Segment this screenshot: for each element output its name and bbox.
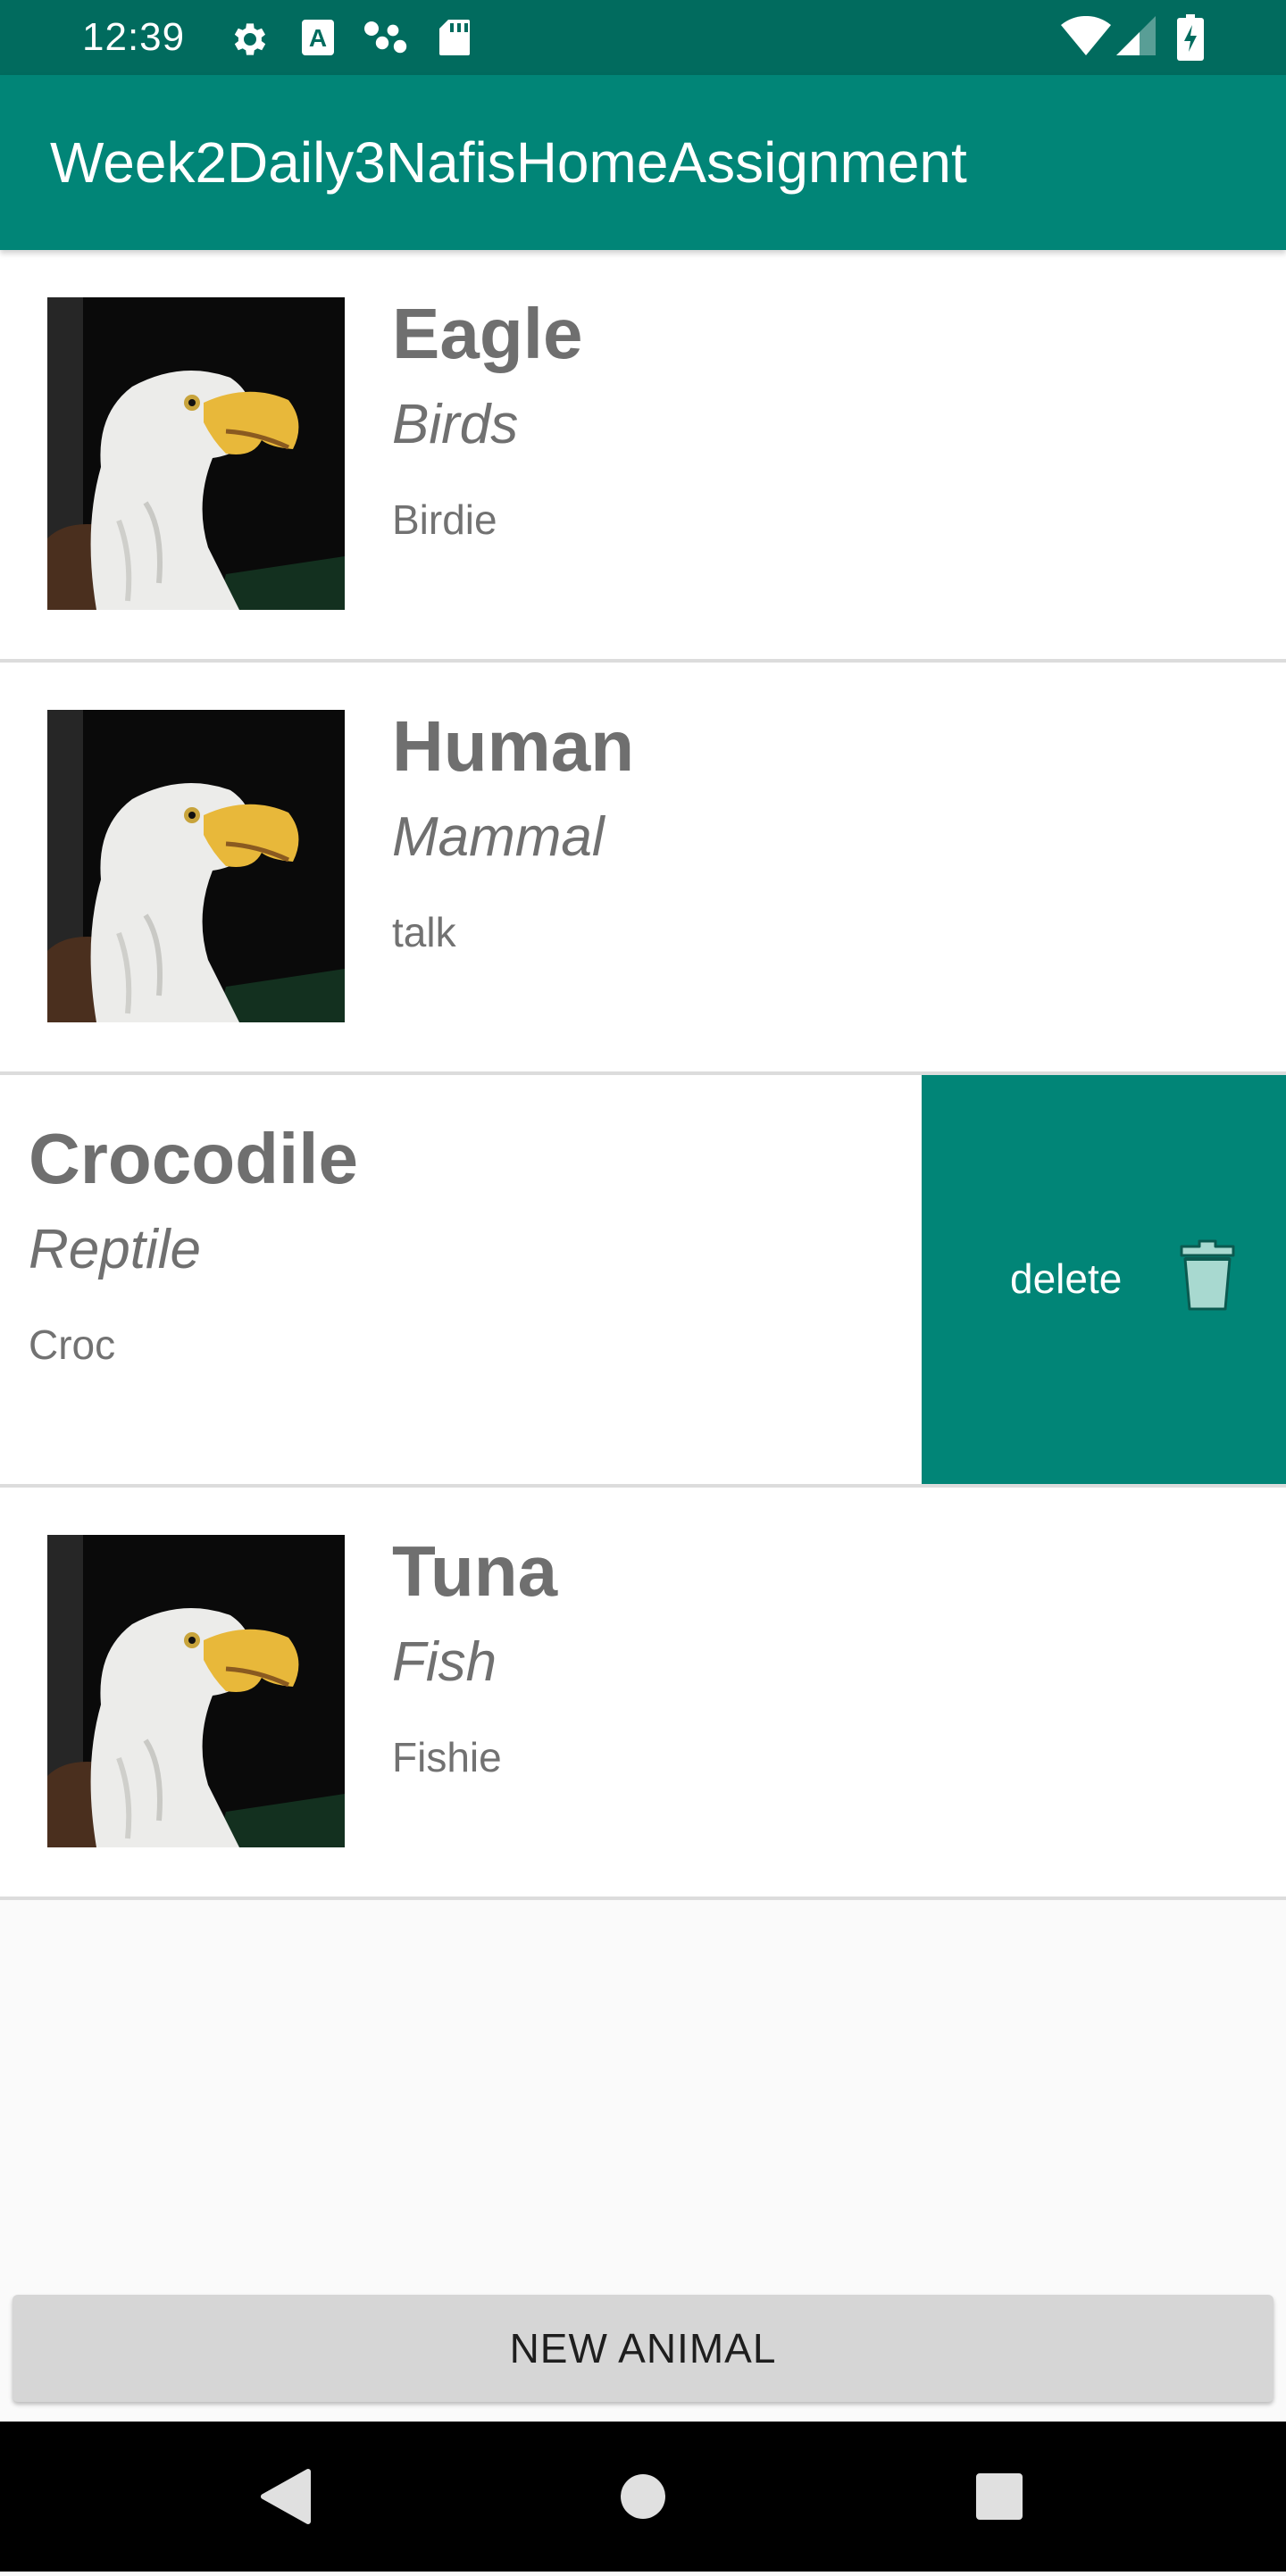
- cell-signal-icon: [1116, 16, 1156, 55]
- trash-icon[interactable]: [1180, 1239, 1235, 1313]
- gear-icon: [234, 23, 266, 55]
- app-bar: Week2Daily3NafisHomeAssignment: [0, 75, 1286, 250]
- animal-sound: Croc: [29, 1321, 116, 1368]
- battery-charging-icon: [1177, 14, 1204, 61]
- recents-button[interactable]: [929, 2422, 1072, 2572]
- delete-action[interactable]: delete: [922, 1075, 1286, 1484]
- list-item[interactable]: Human Mammal talk: [0, 663, 1286, 1075]
- animal-image: [47, 710, 345, 1022]
- recents-icon: [976, 2473, 1023, 2520]
- status-bar: 12:39 A: [0, 0, 1286, 75]
- animal-name: Tuna: [392, 1531, 558, 1611]
- animal-text: Crocodile Reptile Croc: [29, 1118, 358, 1370]
- list-item[interactable]: Eagle Birds Birdie: [0, 250, 1286, 663]
- navigation-bar: [0, 2422, 1286, 2572]
- animal-sound: Birdie: [392, 496, 497, 543]
- animal-name: Crocodile: [29, 1119, 358, 1198]
- eagle-photo: [47, 710, 345, 1022]
- sd-card-icon: [439, 20, 470, 55]
- app-title: Week2Daily3NafisHomeAssignment: [50, 130, 967, 195]
- animal-category: Fish: [392, 1631, 497, 1693]
- eagle-photo: [47, 1535, 345, 1847]
- back-button[interactable]: [214, 2422, 357, 2572]
- list-item[interactable]: Tuna Fish Fishie: [0, 1488, 1286, 1900]
- wifi-icon: [1061, 16, 1111, 55]
- new-animal-button[interactable]: NEW ANIMAL: [13, 2295, 1273, 2402]
- animal-text: Human Mammal talk: [392, 705, 634, 957]
- back-icon: [261, 2469, 311, 2524]
- list-item-swiped[interactable]: Crocodile Reptile Croc delete: [0, 1075, 1286, 1488]
- delete-label: delete: [1010, 1255, 1123, 1302]
- animal-category: Mammal: [392, 806, 605, 868]
- eagle-photo: [47, 297, 345, 610]
- animal-text: Eagle Birds Birdie: [392, 293, 582, 545]
- svg-text:A: A: [309, 24, 327, 52]
- home-icon: [621, 2474, 665, 2519]
- animal-list[interactable]: Eagle Birds Birdie Human Mammal talk Cro…: [0, 250, 1286, 1900]
- animal-category: Birds: [392, 394, 519, 455]
- animal-sound: Fishie: [392, 1734, 502, 1780]
- a-box-icon: A: [302, 20, 334, 55]
- animal-sound: talk: [392, 909, 456, 955]
- animal-category: Reptile: [29, 1219, 201, 1280]
- animal-name: Human: [392, 706, 635, 786]
- home-button[interactable]: [572, 2422, 714, 2572]
- animal-image: [47, 297, 345, 610]
- animal-name: Eagle: [392, 294, 583, 373]
- animal-image: [47, 1535, 345, 1847]
- dots-icon: [364, 21, 407, 54]
- status-time: 12:39: [82, 15, 186, 59]
- animal-text: Tuna Fish Fishie: [392, 1530, 557, 1782]
